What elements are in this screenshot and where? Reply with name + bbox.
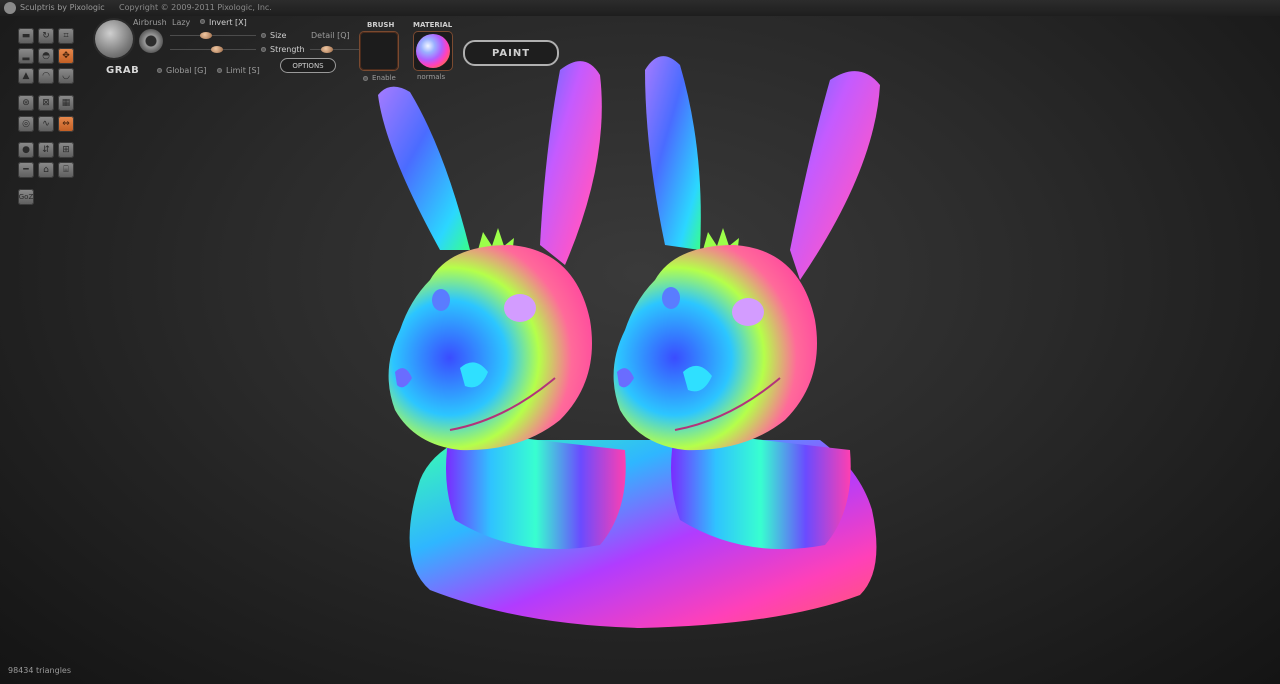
- sculpt-viewport[interactable]: [0, 0, 1280, 684]
- sculpt-rabbit-left: [378, 61, 626, 550]
- triangle-count: 98434 triangles: [8, 666, 72, 675]
